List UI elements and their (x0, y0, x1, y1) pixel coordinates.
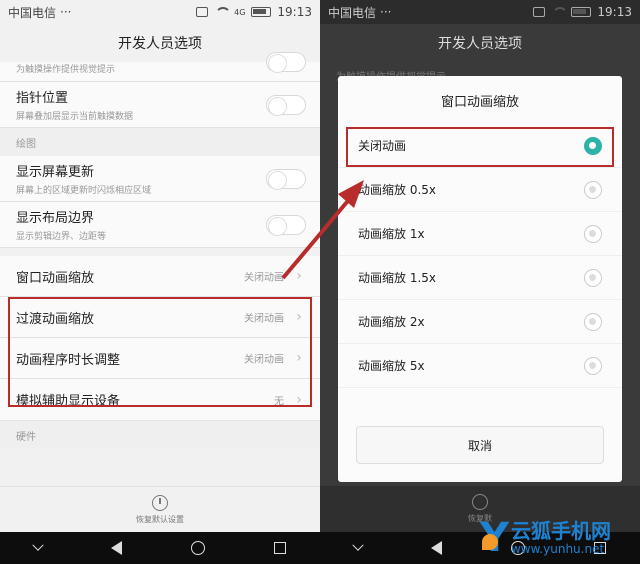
restore-label: 恢复默认设置 (136, 514, 184, 524)
clock: 19:13 (597, 5, 632, 19)
list-item-pointer-location[interactable]: 指针位置 屏幕叠加层显示当前触摸数据 (0, 82, 320, 128)
radio-icon[interactable] (584, 312, 602, 331)
battery-icon (251, 7, 272, 17)
status-bar: 中国电信 ··· 19:13 (320, 0, 640, 24)
spacer (0, 248, 320, 256)
chevron-down-icon[interactable] (352, 539, 365, 551)
section-header-hardware: 硬件 (0, 421, 320, 449)
radio-icon[interactable] (584, 224, 602, 243)
show-touches-toggle[interactable] (266, 52, 306, 73)
network-type-label: 4G (234, 7, 246, 17)
notification-dots: ··· (380, 5, 392, 19)
option-label: 动画缩放 5x (358, 359, 425, 373)
watermark-name: 云狐手机网 (510, 519, 611, 543)
list-item-partial: 为触摸操作提供视觉提示 (0, 52, 320, 82)
battery-icon (571, 7, 592, 17)
item-subtitle: 显示剪辑边界、边距等 (16, 232, 107, 242)
status-bar: 中国电信 ··· 4G 19:13 (0, 0, 320, 24)
list-item-window-animation-scale[interactable]: 窗口动画缩放 关闭动画 › (0, 256, 320, 297)
item-title: 显示布局边界 (16, 211, 95, 226)
radio-icon[interactable] (584, 356, 602, 375)
navigation-bar (0, 532, 320, 564)
fox-logo-icon (482, 534, 498, 550)
item-value: 关闭动画 (244, 272, 284, 284)
alarm-icon (196, 7, 209, 17)
back-icon[interactable] (431, 541, 443, 555)
show-updates-toggle[interactable] (266, 168, 306, 190)
carrier-label: 中国电信 (8, 5, 57, 20)
chevron-down-icon[interactable] (32, 539, 45, 551)
wifi-icon (214, 7, 232, 17)
alarm-icon (533, 7, 546, 17)
show-layout-toggle[interactable] (266, 214, 306, 236)
list-item-show-surface-updates[interactable]: 显示屏幕更新 屏幕上的区域更新时闪烁相应区域 (0, 156, 320, 202)
wifi-icon (551, 7, 569, 17)
partial-subtitle: 为触摸操作提供视觉提示 (16, 65, 116, 75)
option-label: 动画缩放 1.5x (358, 271, 437, 285)
option-scale-5x[interactable]: 动画缩放 5x (338, 344, 622, 388)
chevron-right-icon: › (296, 268, 302, 284)
highlight-box-animation-off (346, 127, 614, 167)
back-icon[interactable] (111, 541, 123, 555)
option-label: 动画缩放 1x (358, 227, 425, 241)
item-title: 指针位置 (16, 91, 69, 106)
radio-icon[interactable] (584, 268, 602, 287)
item-subtitle: 屏幕叠加层显示当前触摸数据 (16, 112, 134, 122)
option-label: 动画缩放 0.5x (358, 183, 437, 197)
notification-dots: ··· (60, 5, 72, 19)
history-icon (152, 494, 168, 511)
carrier-label: 中国电信 (328, 5, 377, 20)
pointer-location-toggle[interactable] (266, 94, 306, 116)
right-phone-screen: 为触摸操作提供视觉提示 中国电信 ··· 19:13 开发人员选项 窗口动画缩放… (320, 0, 640, 564)
page-title: 开发人员选项 (438, 36, 522, 52)
home-icon[interactable] (190, 541, 205, 555)
dialog-title: 窗口动画缩放 (440, 94, 519, 110)
item-subtitle: 屏幕上的区域更新时闪烁相应区域 (16, 186, 152, 196)
site-watermark-logo: Y 云狐手机网 www.yunhu.net (480, 512, 640, 564)
section-header-drawing: 绘图 (0, 128, 320, 156)
radio-icon[interactable] (584, 180, 602, 199)
left-phone-screen: 中国电信 ··· 4G 19:13 开发人员选项 为触摸操作提供视觉提示 指针位… (0, 0, 320, 564)
window-animation-scale-dialog: 窗口动画缩放 关闭动画 动画缩放 0.5x 动画缩放 1x 动画缩放 1.5x … (338, 76, 622, 482)
list-item-show-layout-bounds[interactable]: 显示布局边界 显示剪辑边界、边距等 (0, 202, 320, 248)
option-label: 动画缩放 2x (358, 315, 425, 329)
highlight-box-animation-settings (8, 297, 312, 407)
option-scale-0.5x[interactable]: 动画缩放 0.5x (338, 168, 622, 212)
history-icon (472, 494, 488, 510)
clock: 19:13 (277, 5, 312, 19)
option-scale-2x[interactable]: 动画缩放 2x (338, 300, 622, 344)
recent-apps-icon[interactable] (273, 542, 286, 554)
restore-defaults-button[interactable]: 恢复默认设置 (0, 486, 320, 532)
cancel-button[interactable]: 取消 (356, 426, 604, 464)
option-scale-1x[interactable]: 动画缩放 1x (338, 212, 622, 256)
watermark-url: www.yunhu.net (510, 542, 605, 556)
item-title: 显示屏幕更新 (16, 165, 95, 180)
option-scale-1.5x[interactable]: 动画缩放 1.5x (338, 256, 622, 300)
